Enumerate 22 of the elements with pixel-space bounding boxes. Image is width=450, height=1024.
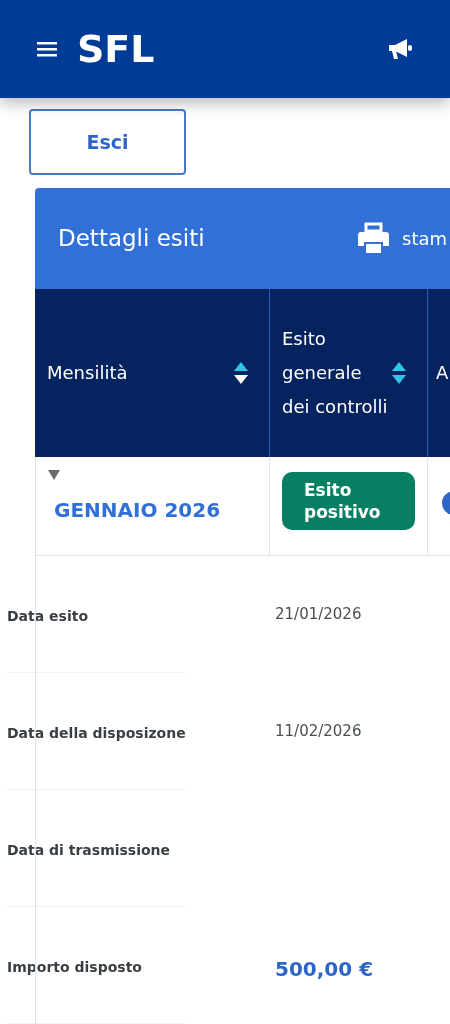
column-header[interactable]: A [428, 289, 450, 457]
exit-button[interactable]: Esci [29, 109, 186, 175]
column-header[interactable]: Esito generale dei controlli [270, 289, 428, 457]
detail-value: 21/01/2026 [275, 604, 362, 625]
app-logo: SFL [77, 30, 155, 68]
column-header[interactable]: Mensilità [35, 289, 270, 457]
detail-label: Data di trasmissione [7, 841, 172, 860]
sort-icon[interactable] [391, 361, 407, 385]
megaphone-icon[interactable] [387, 37, 413, 61]
print-link[interactable]: stam [402, 225, 447, 252]
detail-label: Importo disposto [7, 958, 143, 977]
detail-value: 500,00 € [275, 956, 374, 983]
detail-value: 11/02/2026 [275, 721, 362, 742]
sort-icon[interactable] [233, 361, 249, 385]
detail-label: Data della disposizone [7, 724, 186, 743]
month-link[interactable]: GENNAIO 2026 [54, 495, 269, 525]
printer-icon[interactable] [357, 222, 390, 255]
card-title: Dettagli esiti [58, 224, 206, 254]
status-badge: Esito positivo [282, 472, 415, 530]
detail-label: Data esito [7, 607, 90, 626]
menu-icon[interactable] [37, 41, 57, 57]
expand-icon[interactable] [48, 469, 60, 481]
